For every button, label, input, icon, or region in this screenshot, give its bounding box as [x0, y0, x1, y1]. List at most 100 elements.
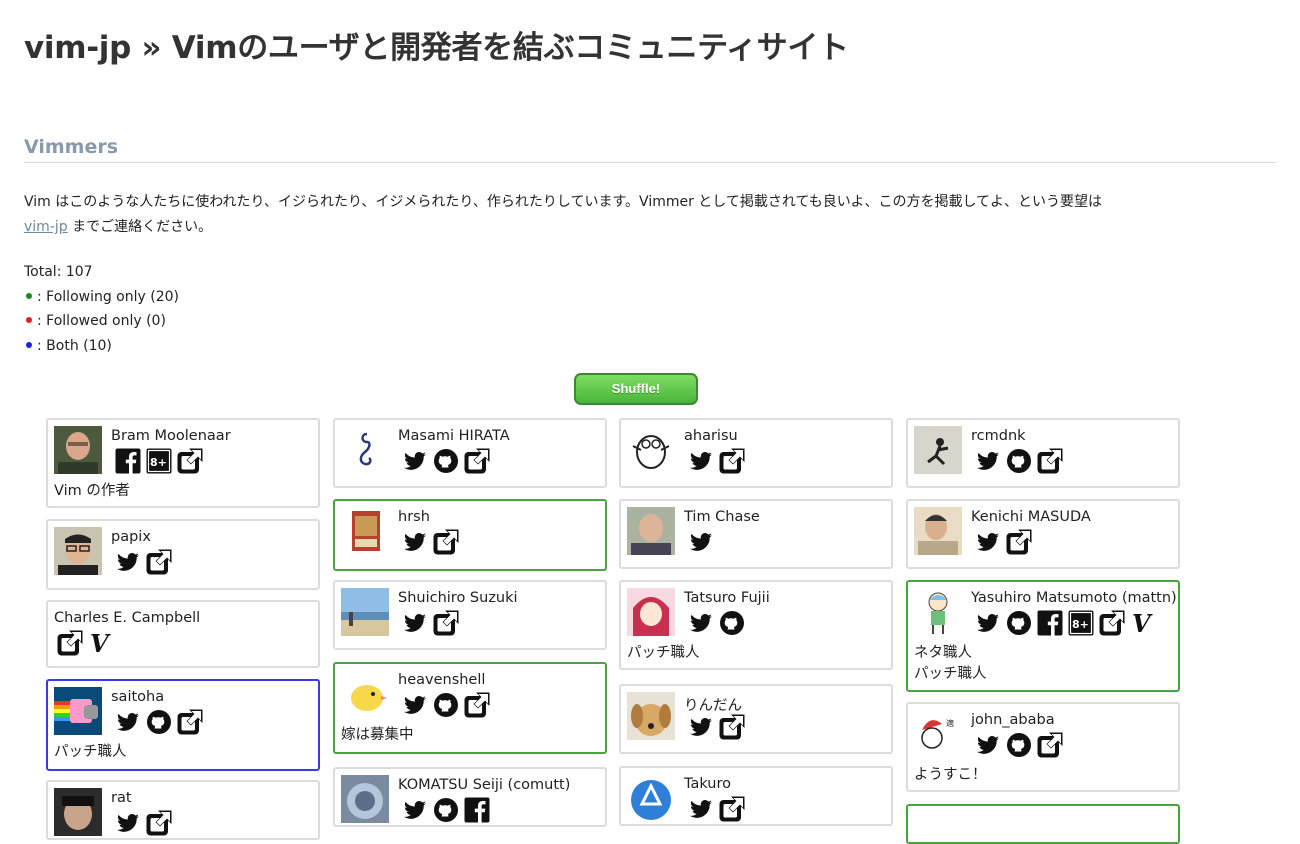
external-link-icon[interactable] — [432, 609, 460, 639]
legend-both-label: : Both (10) — [37, 337, 112, 354]
vimmer-card[interactable]: 適 john_ababa ようすこ！ — [906, 702, 1180, 792]
profile-links — [401, 447, 491, 477]
vimmer-card[interactable]: heavenshell 嫁は募集中 — [333, 662, 607, 754]
vimmer-card[interactable]: rat — [46, 780, 320, 840]
github-icon[interactable] — [1005, 609, 1033, 639]
github-icon[interactable] — [432, 796, 460, 825]
twitter-icon[interactable] — [401, 609, 429, 639]
vimmer-card[interactable]: Tatsuro Fujii パッチ職人 — [619, 580, 893, 670]
vimmer-card[interactable]: aharisu — [619, 418, 893, 488]
vimmer-card[interactable]: Masami HIRATA — [333, 418, 607, 488]
twitter-icon[interactable] — [974, 528, 1002, 558]
avatar[interactable] — [54, 527, 102, 575]
avatar[interactable] — [341, 588, 389, 636]
github-icon[interactable] — [1005, 731, 1033, 761]
avatar[interactable] — [54, 788, 102, 836]
vimmer-card[interactable]: saitoha パッチ職人 — [46, 679, 320, 771]
legend-following: : Following only (20) — [24, 285, 179, 310]
vim-jp-link[interactable]: vim-jp — [24, 219, 68, 235]
twitter-icon[interactable] — [687, 795, 715, 824]
vim-icon[interactable]: V — [87, 629, 115, 659]
facebook-icon[interactable] — [114, 447, 142, 477]
external-link-icon[interactable] — [56, 629, 84, 659]
github-icon[interactable] — [1005, 447, 1033, 477]
avatar[interactable] — [627, 692, 675, 740]
vimmer-card[interactable]: rcmdnk — [906, 418, 1180, 488]
external-link-icon[interactable] — [432, 528, 460, 558]
avatar[interactable]: 適 — [914, 710, 962, 758]
avatar[interactable] — [627, 588, 675, 636]
external-link-icon[interactable] — [176, 447, 204, 477]
twitter-icon[interactable] — [687, 609, 715, 639]
shuffle-button[interactable]: Shuffle! — [574, 373, 698, 405]
external-link-icon[interactable] — [718, 447, 746, 477]
external-link-icon[interactable] — [1005, 528, 1033, 558]
vimmer-name: Yasuhiro Matsumoto (mattn) — [971, 590, 1177, 606]
avatar[interactable] — [914, 426, 962, 474]
google-plus-icon[interactable]: 8+ — [1067, 609, 1095, 639]
vimmer-name: hrsh — [398, 509, 430, 525]
vimmer-card[interactable]: papix — [46, 519, 320, 590]
avatar[interactable] — [341, 775, 389, 823]
avatar[interactable] — [914, 507, 962, 555]
vimmer-card[interactable]: Kenichi MASUDA — [906, 499, 1180, 569]
avatar[interactable] — [54, 426, 102, 474]
vimmer-card[interactable]: Takuro — [619, 766, 893, 826]
facebook-icon[interactable] — [463, 796, 491, 825]
vimmer-name: aharisu — [684, 428, 738, 444]
external-link-icon[interactable] — [463, 691, 491, 721]
svg-text:適: 適 — [946, 718, 954, 728]
twitter-icon[interactable] — [687, 528, 715, 558]
legend-both: : Both (10) — [24, 334, 179, 359]
twitter-icon[interactable] — [401, 447, 429, 477]
github-icon[interactable] — [145, 708, 173, 738]
vimmer-card[interactable]: KOMATSU Seiji (comutt) — [333, 767, 607, 827]
twitter-icon[interactable] — [687, 447, 715, 477]
avatar[interactable] — [341, 670, 389, 718]
external-link-icon[interactable] — [718, 795, 746, 824]
twitter-icon[interactable] — [114, 548, 142, 578]
vimmer-card[interactable]: Charles E. Campbell V — [46, 600, 320, 668]
vimmer-card[interactable]: りんだん — [619, 684, 893, 754]
github-icon[interactable] — [718, 609, 746, 639]
twitter-icon[interactable] — [401, 691, 429, 721]
twitter-icon[interactable] — [401, 796, 429, 825]
github-icon[interactable] — [432, 447, 460, 477]
external-link-icon[interactable] — [1036, 731, 1064, 761]
vimmer-card[interactable]: Tim Chase — [619, 499, 893, 569]
avatar[interactable] — [627, 426, 675, 474]
external-link-icon[interactable] — [463, 447, 491, 477]
external-link-icon[interactable] — [718, 713, 746, 743]
external-link-icon[interactable] — [1036, 447, 1064, 477]
external-link-icon[interactable] — [145, 809, 173, 838]
github-icon[interactable] — [432, 691, 460, 721]
page-title: vim-jp » Vimのユーザと開発者を結ぶコミュニティサイト — [24, 30, 849, 66]
profile-links — [687, 713, 746, 743]
twitter-icon[interactable] — [974, 609, 1002, 639]
vimmer-card[interactable]: Shuichiro Suzuki — [333, 580, 607, 650]
vimmer-card[interactable]: Bram Moolenaar 8+ Vim の作者 — [46, 418, 320, 508]
avatar[interactable] — [54, 687, 102, 735]
vimmer-card[interactable]: Yasuhiro Matsumoto (mattn) 8+ V ネタ職人 パッチ職人 — [906, 580, 1180, 692]
external-link-icon[interactable] — [145, 548, 173, 578]
avatar[interactable] — [341, 426, 389, 474]
twitter-icon[interactable] — [114, 708, 142, 738]
external-link-icon[interactable] — [176, 708, 204, 738]
twitter-icon[interactable] — [974, 447, 1002, 477]
avatar[interactable] — [627, 774, 675, 822]
twitter-icon[interactable] — [114, 809, 142, 838]
google-plus-icon[interactable]: 8+ — [145, 447, 173, 477]
twitter-icon[interactable] — [687, 713, 715, 743]
external-link-icon[interactable] — [1098, 609, 1126, 639]
facebook-icon[interactable] — [1036, 609, 1064, 639]
vim-icon[interactable]: V — [1129, 609, 1157, 639]
twitter-icon[interactable] — [401, 528, 429, 558]
vimmer-card[interactable]: hrsh — [333, 499, 607, 571]
vimmer-card[interactable] — [906, 804, 1180, 844]
vimmer-name: Tatsuro Fujii — [684, 590, 770, 606]
avatar[interactable] — [914, 588, 962, 636]
avatar[interactable] — [341, 507, 389, 555]
twitter-icon[interactable] — [974, 731, 1002, 761]
avatar[interactable] — [627, 507, 675, 555]
section-divider — [24, 162, 1276, 163]
